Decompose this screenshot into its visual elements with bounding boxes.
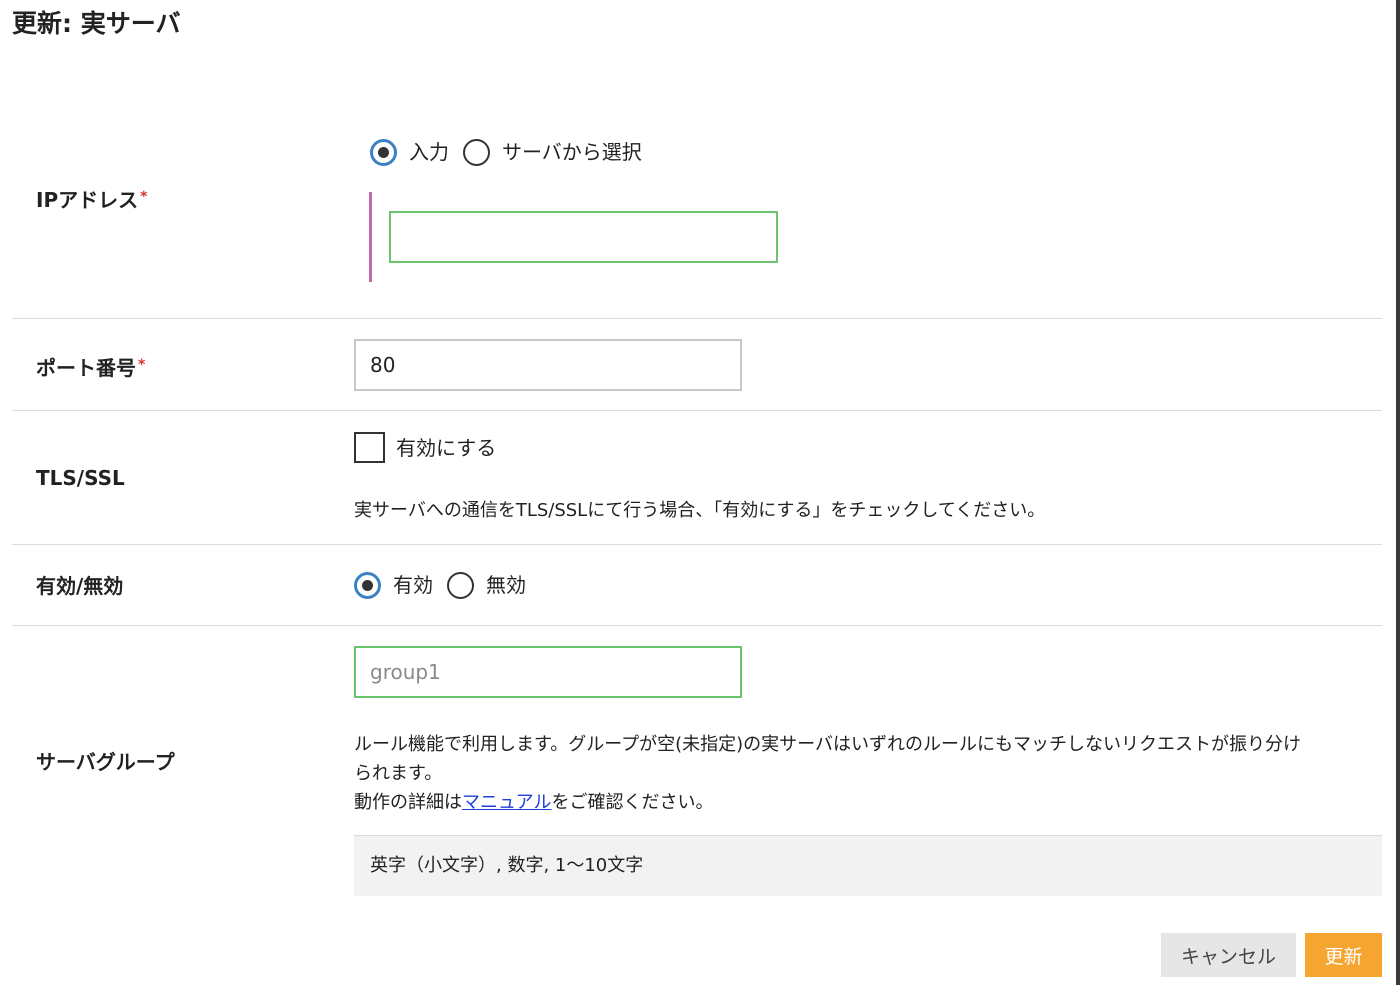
ip-address-input[interactable]: [389, 211, 778, 263]
server-group-help: ルール機能で利用します。グループが空(未指定)の実サーバはいずれのルールにもマッ…: [354, 730, 1301, 817]
enabled-on-radio[interactable]: 有効: [354, 571, 433, 599]
checkbox-unchecked-icon: [354, 432, 385, 463]
divider: [12, 625, 1382, 626]
enabled-label: 有効/無効: [36, 574, 124, 598]
radio-unchecked-icon: [463, 138, 490, 166]
field-accent-bar: [369, 192, 372, 282]
enabled-on-label: 有効: [393, 573, 433, 597]
enabled-radio-group: 有効 無効: [354, 571, 540, 599]
manual-link[interactable]: マニュアル: [462, 792, 551, 813]
enabled-off-label: 無効: [486, 573, 526, 597]
server-group-help-line: られます。: [354, 763, 443, 784]
tls-ssl-checkbox-label: 有効にする: [396, 435, 497, 460]
port-input[interactable]: [354, 339, 742, 391]
tls-ssl-checkbox[interactable]: 有効にする: [354, 432, 496, 463]
enabled-off-radio[interactable]: 無効: [447, 571, 526, 599]
ip-address-label: IPアドレス *: [36, 188, 148, 212]
tls-ssl-help-text: 実サーバへの通信をTLS/SSLにて行う場合、「有効にする」をチェックしてくださ…: [354, 500, 1046, 521]
ip-mode-select-server-radio[interactable]: サーバから選択: [463, 138, 642, 166]
cancel-button[interactable]: キャンセル: [1161, 933, 1296, 977]
divider: [12, 544, 1382, 545]
page-title: 更新: 実サーバ: [12, 9, 181, 38]
ip-mode-radio-group: 入力 サーバから選択: [370, 138, 656, 166]
required-mark: *: [138, 357, 146, 373]
update-button[interactable]: 更新: [1305, 933, 1382, 977]
window-edge: [1396, 0, 1400, 985]
radio-checked-icon: [354, 571, 381, 599]
ip-mode-select-server-label: サーバから選択: [502, 140, 642, 164]
server-group-help-line: ルール機能で利用します。グループが空(未指定)の実サーバはいずれのルールにもマッ…: [354, 734, 1301, 755]
tls-ssl-label: TLS/SSL: [36, 466, 125, 490]
divider: [12, 410, 1382, 411]
server-group-label: サーバグループ: [36, 750, 175, 774]
server-group-help-line: 動作の詳細はマニュアルをご確認ください。: [354, 792, 714, 813]
radio-unchecked-icon: [447, 571, 474, 599]
server-group-input[interactable]: [354, 646, 742, 698]
server-group-hint-text: 英字（小文字）, 数字, 1〜10文字: [370, 855, 644, 876]
divider: [12, 318, 1382, 319]
required-mark: *: [140, 189, 148, 205]
port-label: ポート番号 *: [36, 356, 146, 380]
radio-checked-icon: [370, 138, 397, 166]
ip-mode-input-label: 入力: [409, 140, 449, 164]
ip-mode-input-radio[interactable]: 入力: [370, 138, 449, 166]
server-group-hint-box: 英字（小文字）, 数字, 1〜10文字: [354, 835, 1382, 896]
